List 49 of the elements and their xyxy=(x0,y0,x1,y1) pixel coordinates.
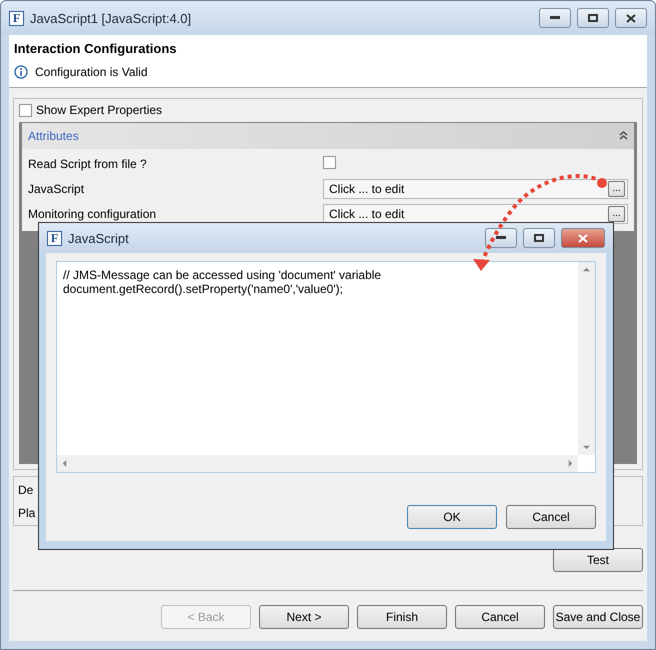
vertical-scrollbar[interactable] xyxy=(578,262,595,455)
property-checkbox[interactable] xyxy=(323,156,336,169)
expert-checkbox[interactable] xyxy=(19,104,32,116)
page-title: Interaction Configurations xyxy=(14,41,178,56)
panel-text: De xyxy=(18,483,34,497)
dialog-button[interactable]: OK xyxy=(407,505,497,529)
dialog-button[interactable]: Cancel xyxy=(506,505,596,529)
scroll-left-icon[interactable] xyxy=(61,460,68,467)
panel-text: Pla xyxy=(18,506,36,520)
code-editor[interactable]: // JMS-Message can be accessed using 'document' variable document.getRecord().setProperty('name0','value0'); xyxy=(56,261,596,473)
collapse-icon[interactable] xyxy=(619,131,628,141)
minimize-icon xyxy=(550,16,560,20)
minimize-button[interactable] xyxy=(539,8,571,28)
property-label: JavaScript xyxy=(28,182,86,196)
wizard-button[interactable]: Next > xyxy=(259,605,349,629)
wizard-button[interactable]: Cancel xyxy=(455,605,545,629)
dialog-title: JavaScript xyxy=(68,230,130,246)
minimize-button[interactable] xyxy=(485,228,517,248)
edit-field[interactable]: Click ... to edit ... xyxy=(323,179,628,199)
section-title: Attributes xyxy=(28,129,79,143)
wizard-button[interactable]: Finish xyxy=(357,605,447,629)
property-label: Monitoring configuration xyxy=(28,207,158,221)
property-label: Read Script from file ? xyxy=(28,157,148,171)
close-button[interactable] xyxy=(615,8,647,28)
browse-button[interactable]: ... xyxy=(608,181,625,197)
app-logo: F xyxy=(9,10,24,26)
code-line: document.getRecord().setProperty('name0','value0'); xyxy=(63,282,344,296)
browse-button[interactable]: ... xyxy=(608,206,625,222)
edit-field[interactable]: Click ... to edit ... xyxy=(323,204,628,224)
maximize-button[interactable] xyxy=(577,8,609,28)
code-line: // JMS-Message can be accessed using 'document' variable xyxy=(63,268,382,282)
app-logo: F xyxy=(47,230,62,246)
minimize-icon xyxy=(496,236,506,240)
maximize-button[interactable] xyxy=(523,228,555,248)
status-message: Configuration is Valid xyxy=(35,65,148,79)
maximize-icon xyxy=(534,234,544,242)
close-button[interactable] xyxy=(561,228,605,248)
checkbox-label: Show Expert Properties xyxy=(36,103,162,117)
scroll-up-icon[interactable] xyxy=(583,266,590,273)
horizontal-scrollbar[interactable] xyxy=(57,455,578,472)
close-icon xyxy=(578,234,588,242)
info-icon xyxy=(14,65,28,79)
close-icon xyxy=(626,14,636,22)
scroll-right-icon[interactable] xyxy=(567,460,574,467)
wizard-button[interactable]: Save and Close xyxy=(553,605,643,629)
test-button[interactable]: Test xyxy=(553,548,643,572)
maximize-icon xyxy=(588,14,598,22)
scroll-down-icon[interactable] xyxy=(583,444,590,451)
window-title: JavaScript1 [JavaScript:4.0] xyxy=(30,10,192,26)
